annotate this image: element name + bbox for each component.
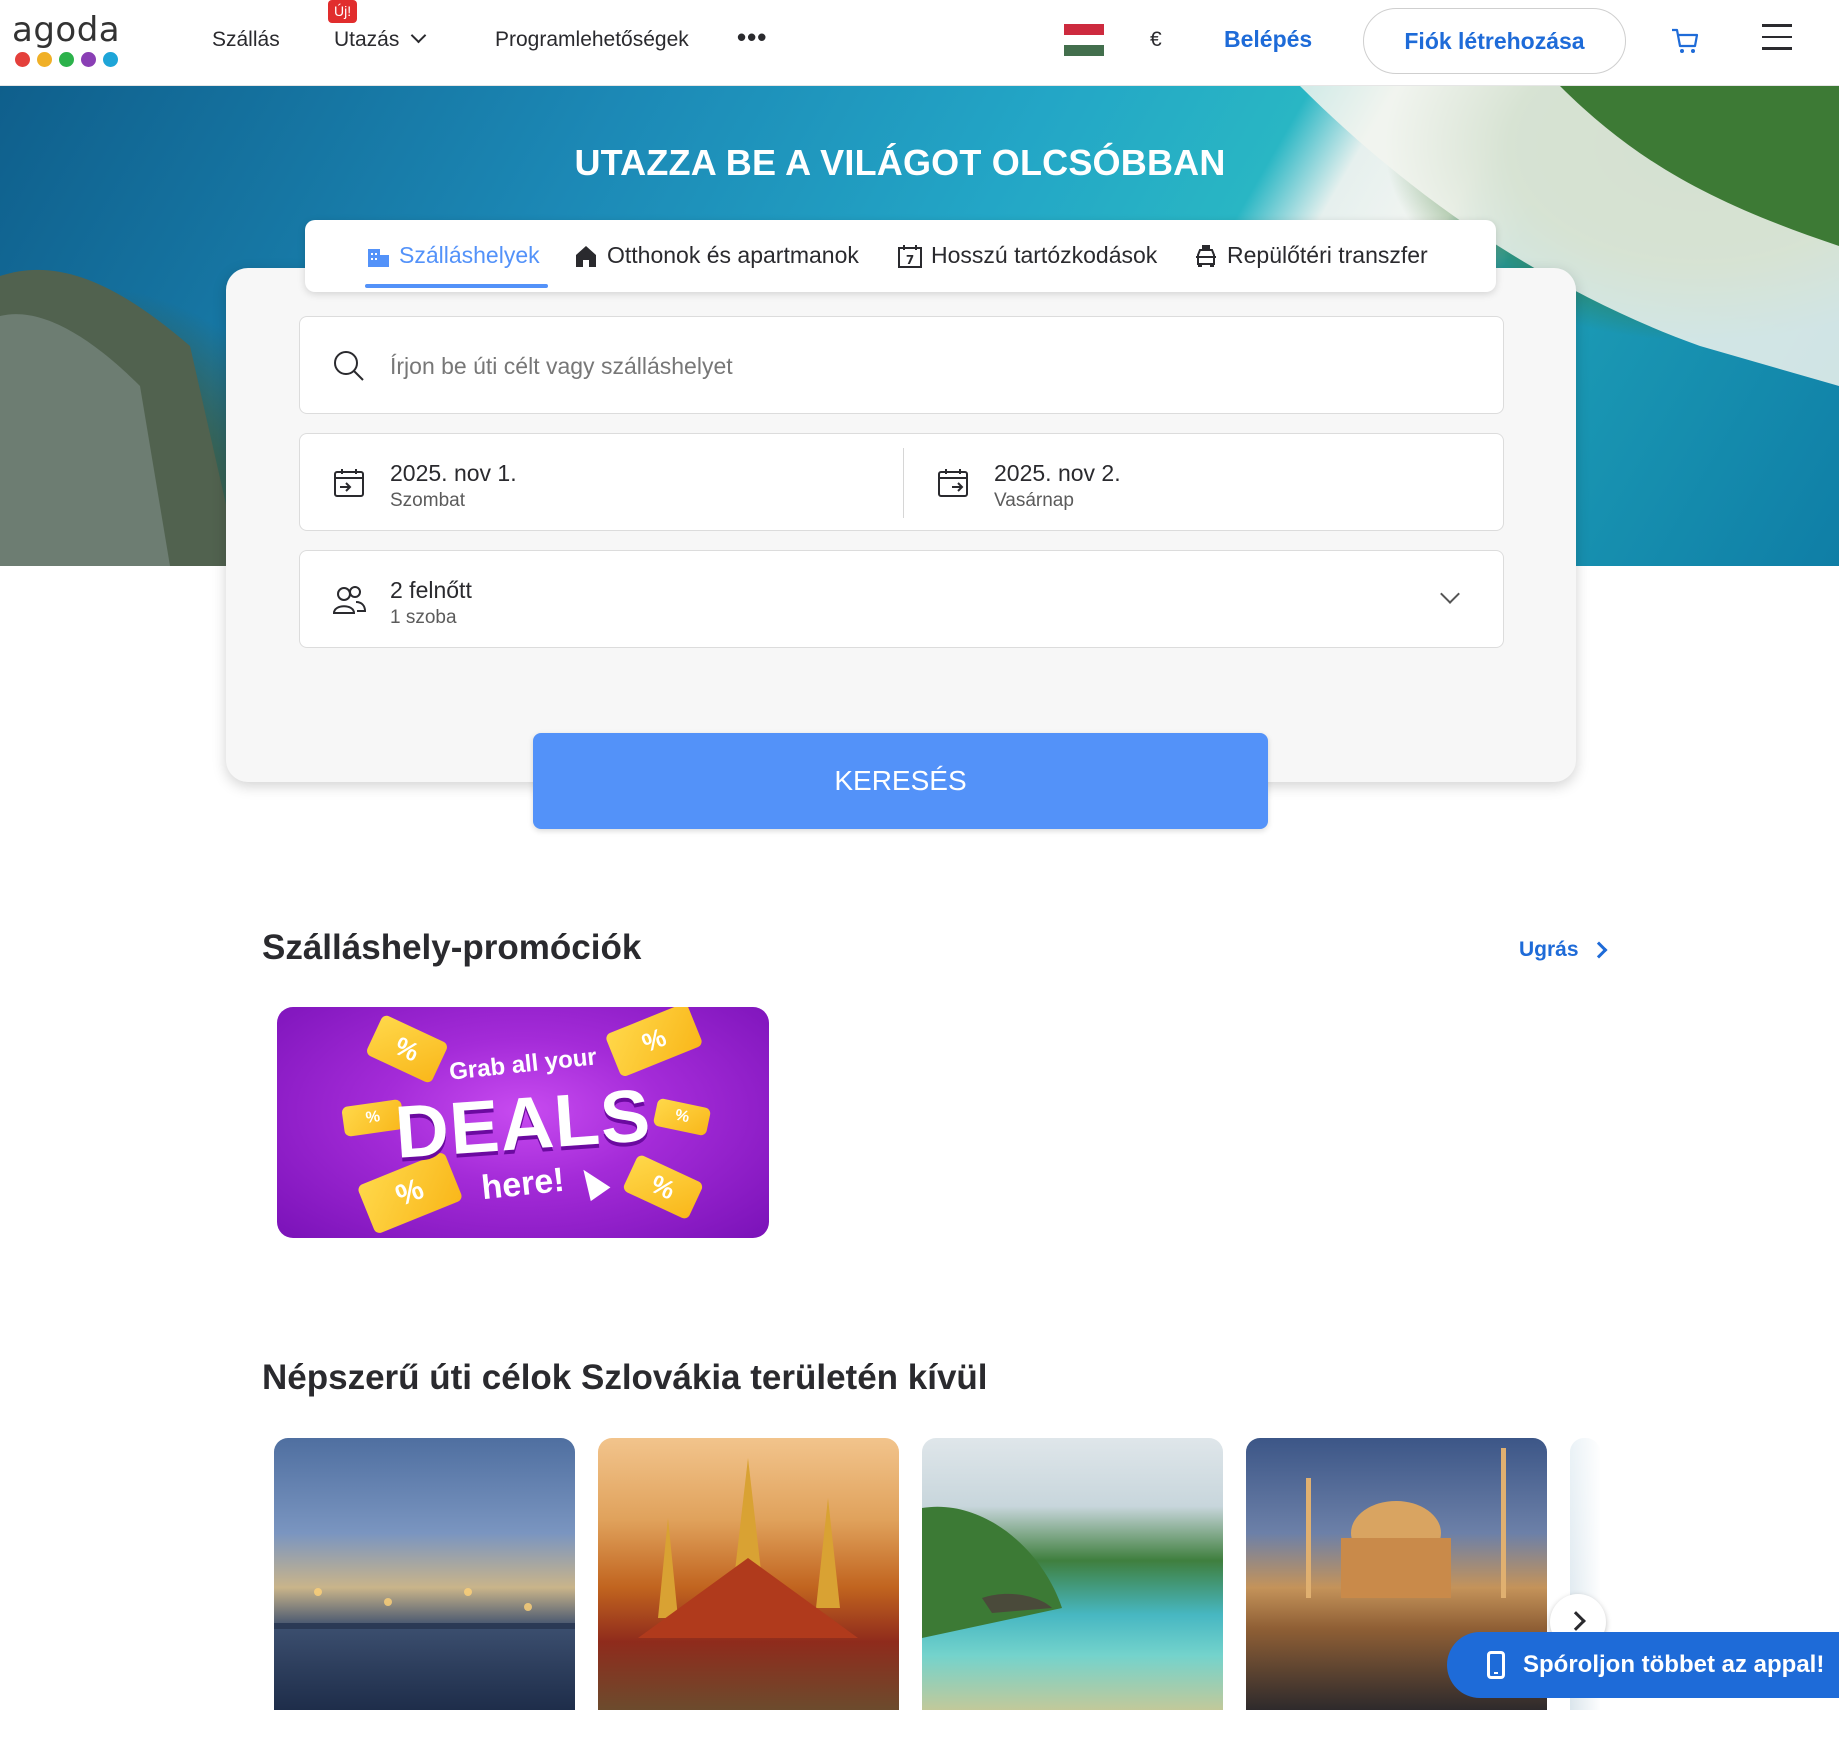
tab-long-stays[interactable]: 7 Hosszú tartózkodások [897,242,1157,269]
checkout-date: 2025. nov 2. [994,460,1121,486]
chevron-down-icon [411,27,427,44]
tab-accommodations[interactable]: Szálláshelyek [365,242,540,269]
nav-activities[interactable]: Programlehetőségek [495,28,689,52]
temple-shape [638,1458,858,1638]
more-menu-icon[interactable]: ••• [737,22,767,53]
agoda-logo[interactable]: agoda [12,10,127,72]
destination-placeholder: Írjon be úti célt vagy szálláshelyet [390,353,733,379]
destination-input[interactable]: Írjon be úti célt vagy szálláshelyet [299,316,1504,414]
nav-travel-label: Utazás [334,28,400,51]
chevron-right-icon [1590,941,1608,959]
checkin-calendar-icon [334,469,364,497]
tab-homes-label: Otthonok és apartmanok [607,242,859,268]
new-badge: Új! [328,0,358,23]
destinations-title: Népszerű úti célok Szlovákia területén k… [262,1358,988,1397]
date-picker: 2025. nov 1. Szombat 2025. nov 2. Vasárn… [299,433,1504,531]
guests-icon [332,586,366,614]
checkin-date: 2025. nov 1. [390,460,517,486]
calendar-seven-icon: 7 [898,244,922,268]
active-tab-indicator [365,284,548,288]
nav-travel[interactable]: Utazás [334,27,427,52]
destination-card-phuket[interactable] [922,1438,1223,1710]
checkin-day: Szombat [390,490,465,511]
tab-homes[interactable]: Otthonok és apartmanok [573,242,859,269]
tab-airport-transfer[interactable]: Repülőtéri transzfer [1193,242,1428,269]
home-icon [576,245,596,267]
tab-airport-transfer-label: Repülőtéri transzfer [1227,242,1428,268]
logo-text: agoda [12,10,121,50]
currency-selector[interactable]: € [1150,28,1162,52]
guests-adults: 2 felnőtt [390,577,472,603]
phone-icon [1487,1651,1505,1679]
jump-label: Ugrás [1519,938,1579,961]
checkout-field[interactable]: 2025. nov 2. Vasárnap [904,434,1504,532]
checkin-field[interactable]: 2025. nov 1. Szombat [300,434,903,532]
logo-dots [15,52,127,67]
svg-text:7: 7 [906,253,914,267]
tab-accommodations-label: Szálláshelyek [399,242,540,268]
chevron-down-icon [1440,584,1460,604]
destination-card-budapest[interactable] [274,1438,575,1710]
top-header: agoda Szállás Új! Utazás Programlehetősé… [0,0,1839,86]
app-promo-banner[interactable]: Spóroljon többet az appal! [1447,1632,1839,1698]
chevron-right-icon [1566,1611,1586,1631]
hero-title: UTAZZA BE A VILÁGOT OLCSÓBBAN [574,142,1226,183]
signup-button[interactable]: Fiók létrehozása [1363,8,1626,74]
checkout-calendar-icon [938,469,968,497]
checkout-day: Vasárnap [994,490,1074,511]
promotions-jump-link[interactable]: Ugrás [1519,938,1608,962]
coast-shape [922,1506,1062,1638]
bridge-shape [274,1623,575,1629]
login-link[interactable]: Belépés [1224,26,1312,53]
app-promo-text: Spóroljon többet az appal! [1523,1651,1825,1678]
hungary-flag-icon[interactable] [1064,24,1104,57]
guests-selector[interactable]: 2 felnőtt 1 szoba [299,550,1504,648]
nav-accommodation[interactable]: Szállás [212,28,280,52]
guests-rooms: 1 szoba [390,607,457,628]
cart-icon[interactable] [1670,26,1700,56]
deals-promo-banner[interactable]: % % % % % % Grab all your DEALS here! [277,1007,769,1238]
promotions-title: Szálláshely-promóciók [262,928,642,967]
search-button[interactable]: KERESÉS [533,733,1268,829]
car-icon [1196,244,1216,267]
hotel-icon [368,248,389,267]
destination-card-bangkok[interactable] [598,1438,899,1710]
search-icon [334,351,364,381]
search-tabs: Szálláshelyek Otthonok és apartmanok 7 H… [305,220,1496,292]
hamburger-menu-icon[interactable] [1762,24,1792,52]
tab-long-stays-label: Hosszú tartózkodások [931,242,1158,268]
